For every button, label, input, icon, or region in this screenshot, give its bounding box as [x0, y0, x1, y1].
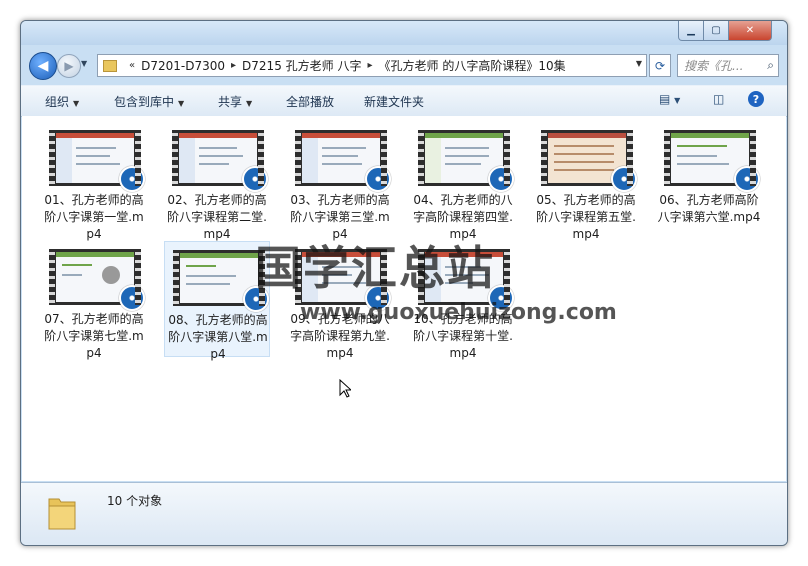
file-item-03[interactable]: 03、孔方老师的高阶八字课第三堂.mp4: [287, 122, 393, 241]
refresh-icon: ⟳: [654, 58, 666, 73]
breadcrumb-2[interactable]: D7215 孔方老师 八字: [242, 57, 361, 74]
media-player-icon: [365, 166, 391, 192]
file-name: 07、孔方老师的高阶八字课第七堂.mp4: [44, 312, 144, 360]
arrow-left-icon: ◀: [37, 58, 49, 74]
breadcrumb-1[interactable]: D7201-D7300: [141, 59, 225, 73]
file-item-06[interactable]: 06、孔方老师高阶八字课第六堂.mp4: [656, 122, 762, 238]
play-all-button[interactable]: 全部播放: [286, 93, 334, 110]
details-pane: 10 个对象: [21, 482, 787, 545]
preview-pane-icon[interactable]: ◫: [713, 92, 724, 106]
new-folder-button[interactable]: 新建文件夹: [364, 93, 424, 110]
breadcrumb-3[interactable]: 《孔方老师 的八字高阶课程》10集: [379, 57, 566, 74]
arrow-right-icon: ▶: [64, 59, 74, 73]
video-thumbnail: [49, 249, 145, 311]
video-thumbnail: [541, 130, 637, 192]
video-thumbnail: [664, 130, 760, 192]
search-input[interactable]: 搜索《孔...: [684, 57, 767, 74]
media-player-icon: [611, 166, 637, 192]
address-bar[interactable]: « D7201-D7300 ▸ D7215 孔方老师 八字 ▸ 《孔方老师 的八…: [97, 54, 647, 77]
video-thumbnail: [172, 130, 268, 192]
navigation-bar: ◀ ▶ ▼ « D7201-D7300 ▸ D7215 孔方老师 八字 ▸ 《孔…: [21, 49, 787, 81]
file-name: 06、孔方老师高阶八字课第六堂.mp4: [657, 193, 761, 224]
address-dropdown-icon[interactable]: ▼: [636, 59, 642, 68]
file-name: 08、孔方老师的高阶八字课第八堂.mp4: [168, 313, 268, 361]
breadcrumb-separator[interactable]: ▸: [231, 60, 236, 71]
maximize-button[interactable]: ▢: [703, 21, 729, 41]
close-button[interactable]: ✕: [728, 21, 772, 41]
video-thumbnail: [418, 130, 514, 192]
organize-menu[interactable]: 组织 ▼: [45, 93, 79, 110]
include-library-menu[interactable]: 包含到库中 ▼: [114, 93, 184, 110]
search-icon[interactable]: ⌕: [767, 58, 774, 73]
mouse-cursor-icon: [339, 379, 351, 398]
watermark-url: www.guoxuehuizong.com: [300, 300, 617, 325]
recent-pages-dropdown[interactable]: ▼: [81, 59, 87, 68]
media-player-icon: [119, 285, 145, 311]
title-bar: ▁ ▢ ✕: [21, 21, 787, 45]
help-icon[interactable]: ?: [748, 91, 764, 107]
watermark-title: 国学汇总站: [255, 241, 495, 295]
folder-icon: [103, 59, 117, 72]
media-player-icon: [242, 166, 268, 192]
forward-button[interactable]: ▶: [57, 54, 81, 78]
folder-icon: [48, 498, 76, 530]
video-thumbnail: [295, 130, 391, 192]
media-player-icon: [119, 166, 145, 192]
minimize-button[interactable]: ▁: [678, 21, 704, 41]
file-name: 05、孔方老师的高阶八字课程第五堂.mp4: [536, 193, 636, 241]
file-list: 01、孔方老师的高阶八字课第一堂.mp4 02、孔方老师的高阶八字课程第二堂.m…: [22, 116, 786, 481]
item-count: 10 个对象: [107, 494, 163, 508]
back-button[interactable]: ◀: [29, 52, 57, 80]
command-bar: 组织 ▼ 包含到库中 ▼ 共享 ▼ 全部播放 新建文件夹 ▤ ▼ ◫ ?: [21, 85, 787, 117]
file-item-07[interactable]: 07、孔方老师的高阶八字课第七堂.mp4: [41, 241, 147, 360]
file-name: 01、孔方老师的高阶八字课第一堂.mp4: [44, 193, 144, 241]
refresh-button[interactable]: ⟳: [649, 54, 671, 77]
video-thumbnail: [49, 130, 145, 192]
media-player-icon: [488, 166, 514, 192]
file-item-05[interactable]: 05、孔方老师的高阶八字课程第五堂.mp4: [533, 122, 639, 241]
search-box[interactable]: 搜索《孔... ⌕: [677, 54, 779, 77]
share-menu[interactable]: 共享 ▼: [218, 93, 252, 110]
file-item-01[interactable]: 01、孔方老师的高阶八字课第一堂.mp4: [41, 122, 147, 241]
overflow-chevron[interactable]: «: [129, 60, 135, 71]
media-player-icon: [734, 166, 760, 192]
view-options-icon[interactable]: ▤ ▼: [659, 92, 680, 106]
file-item-02[interactable]: 02、孔方老师的高阶八字课程第二堂.mp4: [164, 122, 270, 241]
breadcrumb-separator[interactable]: ▸: [367, 60, 372, 71]
video-thumbnail: [173, 250, 269, 312]
file-item-04[interactable]: 04、孔方老师的八字高阶课程第四堂.mp4: [410, 122, 516, 241]
